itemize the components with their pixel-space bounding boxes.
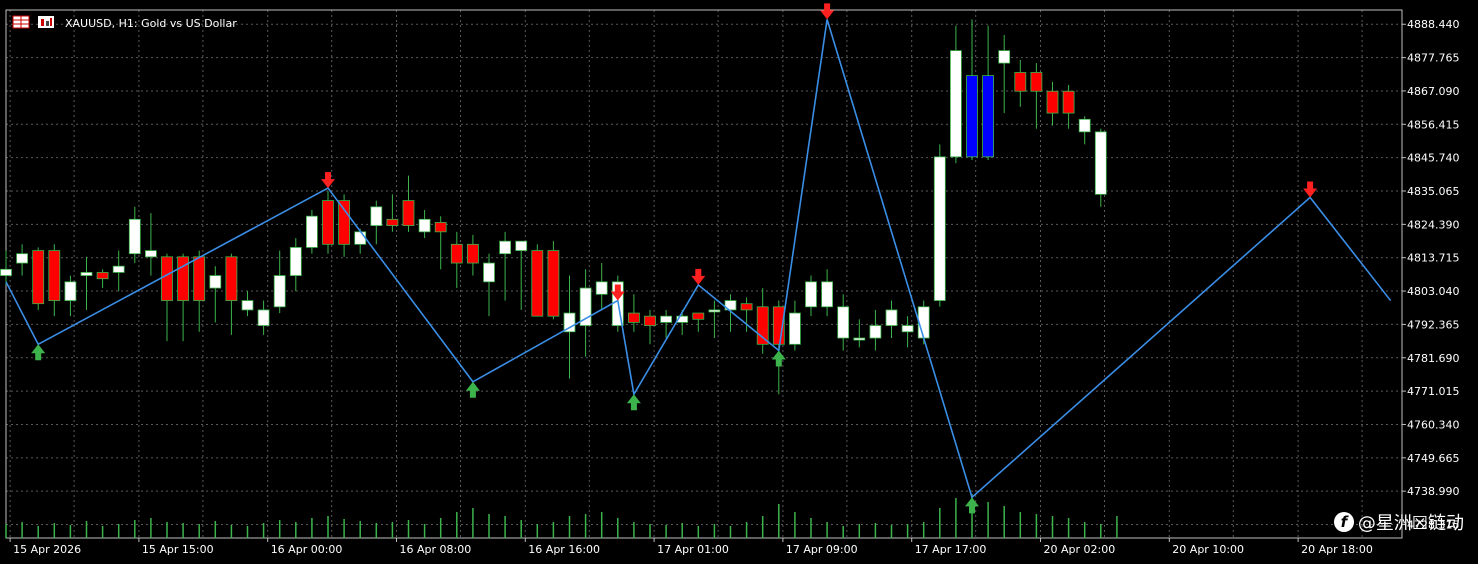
y-tick-label: 4856.415 [1407, 118, 1460, 131]
chart-title-bar: XAUUSD, H1: Gold vs US Dollar [12, 15, 237, 30]
y-tick-label: 4781.690 [1407, 352, 1460, 365]
candle-body [112, 265, 125, 273]
candle-body [80, 272, 93, 276]
candle-body [16, 253, 29, 264]
watermark: f @星洲☒链动 [1333, 509, 1464, 535]
candle-body [161, 256, 173, 301]
candle-body [885, 309, 898, 326]
candle-body [499, 240, 512, 255]
candle-body [531, 250, 544, 317]
x-tick-label: 20 Apr 02:00 [1044, 543, 1116, 556]
candle-body [789, 312, 801, 345]
y-tick-label: 4771.015 [1407, 385, 1460, 398]
candle-body [644, 315, 656, 326]
x-tick-label: 17 Apr 09:00 [786, 543, 858, 556]
x-tick-label: 16 Apr 16:00 [528, 543, 600, 556]
candle-body [386, 218, 399, 226]
y-tick-label: 4877.765 [1407, 52, 1460, 65]
y-tick-label: 4824.390 [1407, 218, 1460, 231]
candle-body [1014, 72, 1027, 92]
candle-body [966, 75, 978, 158]
y-tick-label: 4867.090 [1407, 85, 1460, 98]
candle-body [144, 250, 157, 258]
candle-body [628, 312, 640, 323]
candle-body [1030, 72, 1043, 92]
candle-body [1094, 131, 1107, 195]
candle-body [257, 309, 270, 326]
y-tick-label: 4792.365 [1407, 318, 1460, 331]
candle-body [917, 306, 930, 339]
candle-body [322, 200, 334, 245]
candle-body [64, 281, 77, 301]
candle-body [96, 272, 109, 280]
x-tick-label: 17 Apr 17:00 [915, 543, 987, 556]
candle-body [289, 247, 302, 276]
candle-body [515, 240, 528, 251]
y-tick-label: 4813.715 [1407, 252, 1460, 265]
candle-body [225, 256, 238, 301]
candle-body [305, 215, 318, 248]
candle-body [370, 206, 383, 226]
candle-body [0, 268, 12, 276]
candle-body [48, 250, 61, 301]
brand-logo-icon: f [1333, 512, 1354, 532]
y-tick-label: 4845.740 [1407, 152, 1460, 165]
candle-body [193, 256, 206, 301]
candle-body [660, 315, 672, 323]
y-tick-label: 4749.665 [1407, 452, 1460, 465]
candle-body [901, 325, 914, 333]
candle-body [805, 281, 817, 308]
chart-title: XAUUSD, H1: Gold vs US Dollar [65, 17, 237, 30]
candle-body [740, 303, 753, 311]
x-tick-label: 16 Apr 00:00 [271, 543, 343, 556]
candle-body [837, 306, 850, 339]
x-tick-label: 20 Apr 18:00 [1301, 543, 1373, 556]
x-tick-label: 15 Apr 15:00 [142, 543, 214, 556]
candle-body [434, 222, 447, 233]
candle-body [418, 218, 431, 233]
candle-body [32, 250, 45, 305]
y-tick-label: 4835.065 [1407, 185, 1460, 198]
price-chart[interactable]: 4888.440 4877.765 4867.090 4856.415 4845.740… [0, 0, 1478, 560]
candle-body [708, 309, 721, 313]
candle-body [241, 300, 254, 311]
x-tick-label: 20 Apr 10:00 [1172, 543, 1244, 556]
candle-body [483, 262, 495, 283]
candle-body [338, 200, 351, 245]
candle-body [982, 75, 994, 158]
x-tick-label: 15 Apr 2026 [13, 543, 81, 556]
candle-body [547, 250, 560, 317]
candle-body [450, 243, 463, 264]
candle-body [402, 200, 415, 226]
candle-body [821, 281, 833, 308]
candle-body [1062, 90, 1075, 114]
candle-body [1078, 118, 1091, 133]
candle-body [869, 325, 882, 339]
candle-body [209, 275, 222, 289]
candle-body [853, 337, 866, 341]
candle-body [466, 243, 479, 264]
candle-body [692, 312, 705, 320]
candle-body [1046, 90, 1059, 114]
y-tick-label: 4803.040 [1407, 285, 1460, 298]
y-tick-label: 4738.990 [1407, 485, 1460, 498]
candle-body [273, 275, 286, 308]
candle-body [756, 306, 769, 345]
candle-body [950, 50, 962, 158]
y-tick-label: 4760.340 [1407, 418, 1460, 431]
x-tick-label: 17 Apr 01:00 [657, 543, 729, 556]
y-tick-label: 4888.440 [1407, 18, 1460, 31]
x-tick-label: 16 Apr 08:00 [400, 543, 472, 556]
chart-area[interactable]: 4888.440 4877.765 4867.090 4856.415 4845.740… [0, 0, 1478, 560]
candle-body [933, 156, 946, 301]
candle-body [998, 50, 1011, 64]
candle-body [128, 218, 141, 255]
watermark-text: @星洲☒链动 [1357, 513, 1464, 534]
candle-body [595, 281, 608, 295]
candle-body [354, 231, 367, 245]
